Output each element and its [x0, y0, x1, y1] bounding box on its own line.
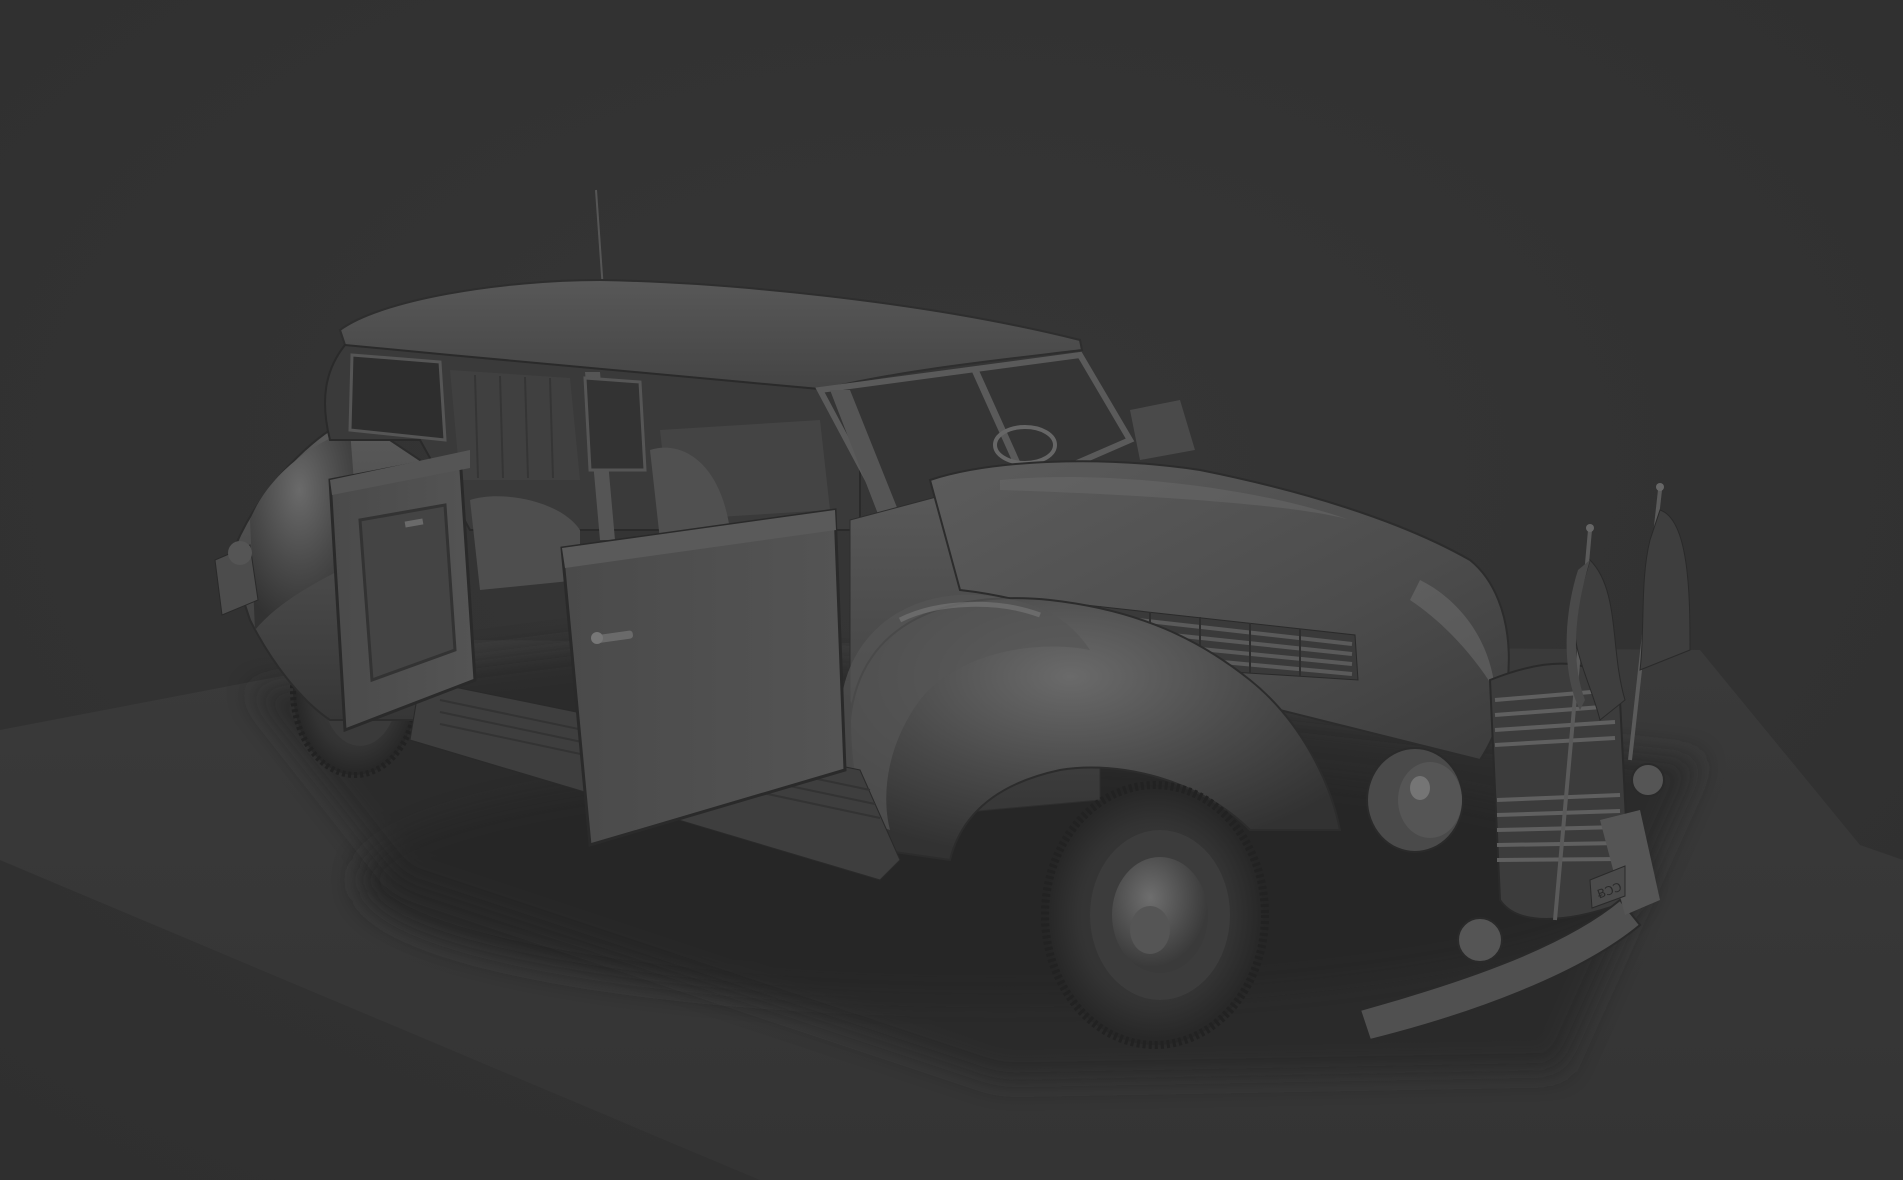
render-viewport[interactable]: ɃƆƆ [0, 0, 1903, 1180]
front-left-wheel [1041, 781, 1269, 1049]
viewport-scene[interactable]: ɃƆƆ [0, 0, 1903, 1180]
rear-left-door[interactable] [328, 450, 477, 733]
fog-light-left [1457, 917, 1503, 963]
middle-window [583, 376, 647, 472]
rear-quarter-window [348, 353, 447, 442]
fog-light-right [1631, 763, 1665, 797]
rear-light [228, 541, 252, 565]
headlight [1366, 747, 1464, 853]
